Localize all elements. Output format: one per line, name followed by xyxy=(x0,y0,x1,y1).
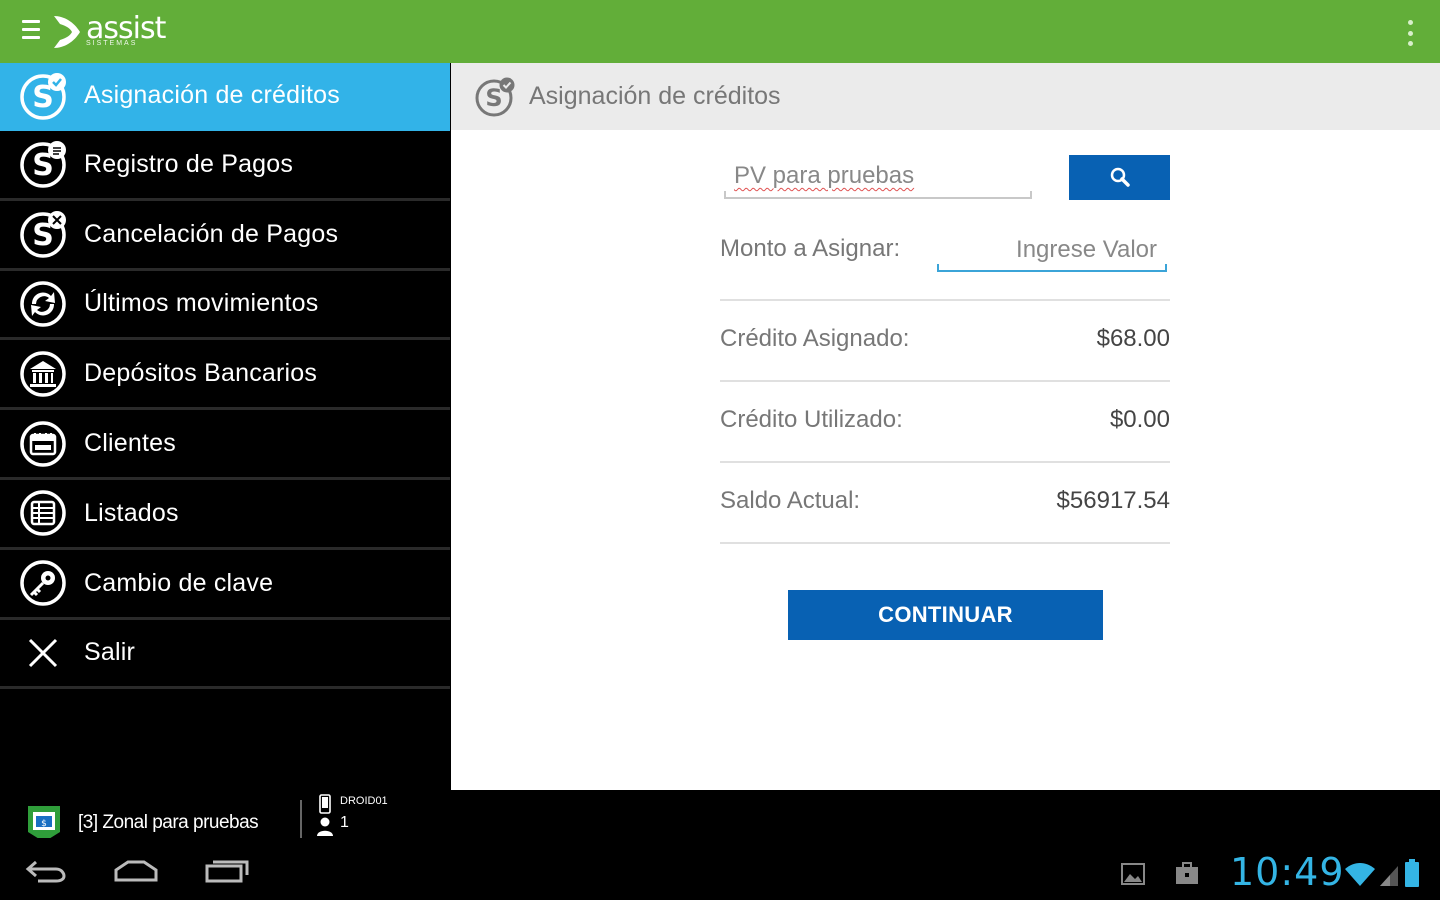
content-pane: S Asignación de créditos PV para pruebas… xyxy=(451,63,1440,790)
search-button[interactable] xyxy=(1069,155,1170,200)
drawer-item-label: Últimos movimientos xyxy=(84,289,319,318)
drawer-item-label: Clientes xyxy=(84,429,176,458)
bank-icon xyxy=(20,351,66,397)
home-icon[interactable] xyxy=(112,856,160,884)
drawer-item-label: Salir xyxy=(84,638,136,667)
close-icon xyxy=(28,638,58,668)
current-balance-row: Saldo Actual: $56917.54 xyxy=(720,487,1170,515)
navigation-drawer: S Asignación de créditos S Registro de P… xyxy=(0,63,450,790)
drawer-item-label: Cambio de clave xyxy=(84,568,274,597)
search-icon xyxy=(1110,167,1130,187)
drawer-item-asignacion-creditos[interactable]: S Asignación de créditos xyxy=(0,63,450,131)
svg-text:S: S xyxy=(485,84,502,112)
credit-used-row: Crédito Utilizado: $0.00 xyxy=(720,406,1170,434)
svg-text:$: $ xyxy=(41,819,47,829)
overflow-menu-icon[interactable] xyxy=(1406,20,1414,46)
system-bar: 10:49 xyxy=(0,838,1440,900)
drawer-item-label: Listados xyxy=(84,498,179,527)
divider xyxy=(720,380,1170,382)
drawer-item-label: Cancelación de Pagos xyxy=(84,219,339,248)
credit-assigned-row: Crédito Asignado: $68.00 xyxy=(720,325,1170,353)
battery-icon xyxy=(1405,859,1419,887)
briefcase-notification-icon[interactable] xyxy=(1174,860,1200,886)
amount-input-placeholder: Ingrese Valor xyxy=(1016,236,1157,263)
amount-label: Monto a Asignar: xyxy=(720,235,901,262)
credit-used-value: $0.00 xyxy=(1109,406,1170,433)
drawer-item-cancelacion-pagos[interactable]: S Cancelación de Pagos xyxy=(0,201,450,271)
wifi-icon xyxy=(1345,863,1375,886)
divider xyxy=(720,299,1170,301)
drawer-item-clientes[interactable]: Clientes xyxy=(0,410,450,480)
credit-assign-icon: S xyxy=(475,77,515,117)
credit-used-label: Crédito Utilizado: xyxy=(720,406,903,433)
zone-label: [3] Zonal para pruebas xyxy=(78,812,259,833)
key-icon xyxy=(20,560,66,606)
app-logo[interactable]: assist SISTEMAS xyxy=(50,10,166,54)
drawer-item-ultimos-movimientos[interactable]: Últimos movimientos xyxy=(0,271,450,341)
app-root: assist SISTEMAS S Asignación de créditos… xyxy=(0,0,1440,900)
drawer-item-depositos-bancarios[interactable]: Depósitos Bancarios xyxy=(0,340,450,411)
search-input[interactable]: PV para pruebas xyxy=(724,155,1032,199)
amount-input[interactable]: Ingrese Valor xyxy=(937,230,1167,272)
credit-assigned-label: Crédito Asignado: xyxy=(720,325,910,352)
drawer-item-label: Depósitos Bancarios xyxy=(84,359,318,388)
page-title: Asignación de créditos xyxy=(529,82,781,110)
user-icon xyxy=(317,817,333,836)
drawer-item-listados[interactable]: Listados xyxy=(0,480,450,550)
content-header: S Asignación de créditos xyxy=(451,63,1440,130)
logo-chevron-icon xyxy=(54,16,80,48)
credit-assign-icon: S xyxy=(20,72,66,120)
credit-assigned-value: $68.00 xyxy=(1096,325,1170,352)
drawer-item-cambio-clave[interactable]: Cambio de clave xyxy=(0,550,450,620)
continue-button[interactable]: CONTINUAR xyxy=(788,590,1103,640)
logo-subtext: SISTEMAS xyxy=(86,40,138,47)
payment-cancel-icon: S xyxy=(20,211,66,258)
drawer-item-salir[interactable]: Salir xyxy=(0,620,450,690)
divider xyxy=(720,542,1170,544)
gallery-notification-icon[interactable] xyxy=(1120,862,1146,886)
movements-icon xyxy=(20,281,66,327)
drawer-item-registro-pagos[interactable]: S Registro de Pagos xyxy=(0,131,450,201)
back-icon[interactable] xyxy=(24,856,68,884)
search-input-value: PV para pruebas xyxy=(734,162,915,189)
action-bar: assist SISTEMAS xyxy=(0,0,1440,63)
menu-icon[interactable] xyxy=(22,20,40,44)
payment-register-icon: S xyxy=(20,141,66,189)
drawer-item-label: Registro de Pagos xyxy=(84,149,294,178)
signal-icon xyxy=(1380,866,1398,886)
clock: 10:49 xyxy=(1230,850,1345,894)
current-balance-label: Saldo Actual: xyxy=(720,487,861,514)
current-balance-value: $56917.54 xyxy=(1056,487,1170,514)
divider xyxy=(720,461,1170,463)
device-icon xyxy=(319,794,331,814)
drawer-item-label: Asignación de créditos xyxy=(84,81,340,109)
clients-icon xyxy=(20,420,66,467)
device-label: DROID01 xyxy=(340,795,388,807)
list-icon xyxy=(20,490,66,537)
user-count: 1 xyxy=(340,814,349,831)
recent-apps-icon[interactable] xyxy=(204,856,250,884)
